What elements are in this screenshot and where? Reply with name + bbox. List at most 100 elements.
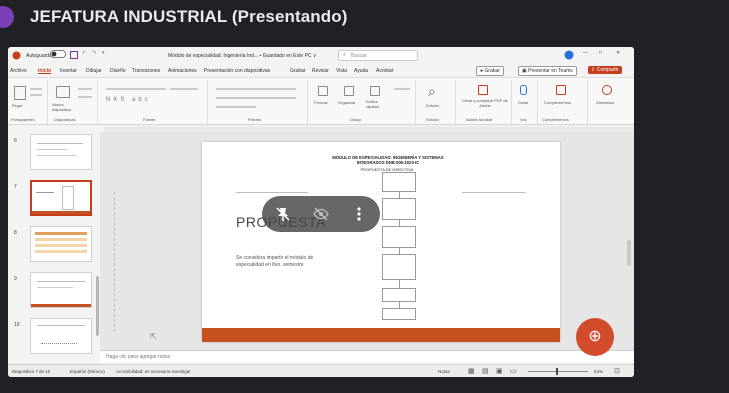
cut-icon: [30, 88, 42, 90]
autosave-toggle[interactable]: [50, 50, 66, 60]
slide-thumbnail-8[interactable]: [30, 226, 92, 262]
tab-archivo[interactable]: Archivo: [10, 68, 27, 74]
title-bar: Autoguardado ↶ ↷ ▾ Módulo de especialida…: [8, 47, 634, 65]
notes-pane[interactable]: Haga clic para agregar notas: [100, 350, 634, 362]
paste-label: Pegar: [12, 103, 23, 108]
normal-view-icon[interactable]: ▦: [468, 367, 475, 375]
tab-transiciones[interactable]: Transiciones: [132, 68, 160, 74]
align-buttons[interactable]: [216, 97, 296, 99]
arrange-label: Organizar: [338, 100, 356, 105]
tab-dibujar[interactable]: Dibujar: [86, 68, 102, 74]
layout-icon: [78, 88, 92, 90]
search-icon: ⌕: [343, 52, 347, 58]
notes-placeholder: Haga clic para agregar notas: [106, 354, 171, 360]
group-diapositivas: Nueva diapositiva Diapositivas: [48, 80, 98, 124]
new-slide-icon[interactable]: [56, 86, 70, 98]
group-label-complementos: Complementos: [542, 117, 569, 122]
redo-icon[interactable]: ↷: [92, 50, 96, 56]
tab-diseno[interactable]: Diseño: [110, 68, 126, 74]
current-slide[interactable]: MÓDULO DE ESPECIALIDAD: INGENIERÍA Y SIS…: [202, 142, 560, 342]
tab-presentacion[interactable]: Presentación con diapositivas: [204, 68, 270, 74]
eye-off-icon[interactable]: [312, 205, 330, 223]
tab-acrobat[interactable]: Acrobat: [376, 68, 393, 74]
reading-view-icon[interactable]: ▣: [496, 367, 503, 375]
tab-insertar[interactable]: Insertar: [60, 68, 77, 74]
tab-ayuda[interactable]: Ayuda: [354, 68, 368, 74]
notes-toggle[interactable]: Notas: [438, 369, 450, 374]
org-chart-box: [382, 226, 416, 248]
undo-icon[interactable]: ↶: [82, 50, 86, 56]
window-scrollbar[interactable]: [627, 240, 631, 266]
presenter-controls-overlay: [262, 196, 380, 232]
record-button[interactable]: ● Grabar: [476, 66, 504, 76]
reset-icon: [78, 96, 92, 98]
close-button[interactable]: ✕: [616, 50, 620, 56]
microphone-icon[interactable]: [520, 85, 527, 95]
group-label-diapositivas: Diapositivas: [54, 117, 76, 122]
group-adobe-acrobat: Crear y compartir PDF de Adobe Adobe Acr…: [456, 80, 512, 124]
adobe-pdf-icon[interactable]: [478, 85, 488, 95]
fit-to-window-icon[interactable]: ⊡: [614, 367, 620, 375]
tab-vista[interactable]: Vista: [336, 68, 347, 74]
new-slide-label: Nueva diapositiva: [52, 102, 71, 112]
zoom-in-icon: ⊕: [588, 328, 602, 345]
save-icon[interactable]: [70, 51, 78, 61]
group-edicion: ⌕ Edición Edición: [416, 80, 456, 124]
slide-thumbnail-10[interactable]: [30, 318, 92, 354]
slide-footer-band: [202, 328, 560, 342]
more-vert-icon[interactable]: [350, 205, 368, 223]
thumbnails-scrollbar[interactable]: [96, 276, 99, 336]
slide-editor: MÓDULO DE ESPECIALIDAD: INGENIERÍA Y SIS…: [100, 132, 634, 357]
tab-revisar[interactable]: Revisar: [312, 68, 329, 74]
direction-buttons[interactable]: [216, 106, 256, 108]
group-portapapeles: Pegar Portapapeles: [8, 80, 48, 124]
font-family-select[interactable]: [106, 88, 166, 90]
customize-qat-icon[interactable]: ▾: [102, 50, 105, 56]
slide-thumbnail-9[interactable]: [30, 272, 92, 308]
slide-sorter-icon[interactable]: ▤: [482, 367, 489, 375]
share-button[interactable]: ⇪ Compartir: [588, 66, 622, 74]
slide-thumbnail-7[interactable]: [30, 180, 92, 216]
zoom-slider[interactable]: [528, 371, 588, 372]
add-ins-label: Complementos: [544, 100, 571, 105]
pin-off-icon[interactable]: [274, 205, 292, 223]
maximize-button[interactable]: □: [599, 50, 602, 56]
shapes-icon[interactable]: [318, 86, 328, 96]
quick-styles-icon[interactable]: [370, 86, 380, 96]
slide-thumbnail-6[interactable]: [30, 134, 92, 170]
add-ins-icon[interactable]: [556, 85, 566, 95]
tab-inicio[interactable]: Inicio: [38, 68, 51, 74]
font-format-icons[interactable]: NKS abc: [106, 97, 151, 103]
zoom-level[interactable]: 54%: [594, 369, 603, 374]
font-size-select[interactable]: [170, 88, 198, 90]
group-dibujo: Formas Organizar Estilos rápidos Dibujo: [308, 80, 416, 124]
account-avatar[interactable]: [564, 50, 574, 62]
zoom-in-button[interactable]: ⊕: [576, 318, 614, 356]
document-title[interactable]: Módulo de especialidad: Ingeniería Ind..…: [168, 53, 317, 59]
accessibility-indicator[interactable]: Accesibilidad: es necesario investigar: [116, 369, 191, 374]
slide-body-text: Se considera impartir el módulo de espec…: [236, 255, 314, 268]
status-bar: Diapositiva 7 de 10 Español (México) Acc…: [8, 364, 634, 377]
search-box[interactable]: ⌕ Buscar: [338, 50, 418, 61]
tab-animaciones[interactable]: Animaciones: [168, 68, 197, 74]
tab-grabar[interactable]: Grabar: [290, 68, 306, 74]
present-teams-button[interactable]: ▣ Presentar en Teams: [518, 66, 577, 76]
share-label: Compartir: [596, 67, 619, 73]
slide-divider-right: [462, 192, 526, 193]
slideshow-icon[interactable]: ▭: [510, 367, 517, 375]
thumb-number: 6: [14, 138, 17, 144]
group-label-voz: Voz: [520, 117, 527, 122]
minimize-button[interactable]: —: [583, 50, 588, 56]
org-chart-box: [382, 308, 416, 320]
record-label: Grabar: [484, 68, 500, 74]
find-icon[interactable]: ⌕: [428, 83, 436, 100]
edit-label: Edición: [426, 103, 440, 108]
thumb-number: 8: [14, 230, 17, 236]
paste-icon[interactable]: [14, 86, 26, 100]
language-indicator[interactable]: Español (México): [70, 369, 105, 374]
list-buttons[interactable]: [216, 88, 296, 90]
zoom-slider-thumb[interactable]: [556, 368, 558, 375]
designer-icon[interactable]: [602, 85, 612, 95]
ribbon: Pegar Portapapeles Nueva diapositiva Dia…: [8, 77, 634, 125]
arrange-icon[interactable]: [344, 86, 354, 96]
